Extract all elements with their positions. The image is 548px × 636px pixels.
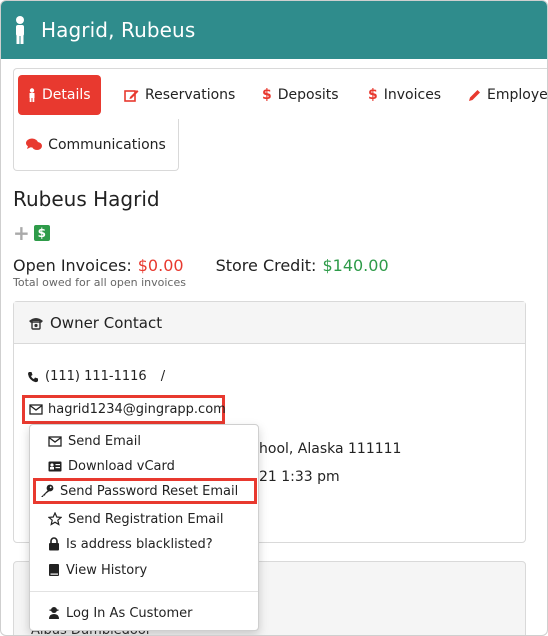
tab-reservations[interactable]: Reservations	[114, 75, 245, 115]
person-icon	[28, 87, 36, 103]
edit-icon	[124, 87, 139, 103]
phone-row: (111) 111-1116 /	[27, 369, 165, 384]
panel-title: Owner Contact	[50, 313, 163, 332]
dollar-icon: $	[262, 87, 272, 103]
date-text: 21 1:33 pm	[259, 469, 340, 485]
tab-bar: Details Reservations $ Deposits $ Invoic…	[13, 68, 548, 120]
person-icon	[13, 15, 27, 45]
menu-label: Is address blacklisted?	[66, 536, 213, 552]
user-secret-icon	[48, 606, 60, 621]
phone-icon	[28, 314, 44, 332]
tab-label: Invoices	[383, 87, 442, 103]
email-dropdown-menu: Send Email Download vCard Send Password …	[29, 424, 259, 631]
comments-icon	[26, 137, 43, 153]
store-credit-label: Store Credit:	[215, 256, 317, 275]
phone-number[interactable]: (111) 111-1116	[45, 369, 147, 384]
menu-label: Send Email	[68, 433, 141, 449]
tab-label: Deposits	[277, 87, 339, 103]
email-link[interactable]: hagrid1234@gingrapp.com	[22, 395, 226, 424]
store-credit-value: $140.00	[322, 256, 389, 275]
tab-employee[interactable]: Employee	[458, 75, 548, 115]
page-header: Hagrid, Rubeus	[1, 1, 547, 59]
tab-label: Employee	[487, 87, 548, 103]
menu-label: View History	[66, 562, 148, 578]
pencil-icon	[468, 87, 481, 103]
tab-label: Details	[42, 87, 91, 103]
key-icon	[40, 484, 54, 499]
book-icon	[48, 563, 60, 578]
menu-send-email[interactable]: Send Email	[30, 428, 258, 454]
tab-label: Communications	[48, 136, 166, 153]
menu-login-as-customer[interactable]: Log In As Customer	[30, 600, 258, 626]
invoice-note: Total owed for all open invoices	[13, 276, 186, 289]
address-text: hool, Alaska 111111	[259, 441, 402, 457]
menu-label: Download vCard	[68, 458, 175, 474]
vcard-icon	[48, 459, 62, 474]
menu-download-vcard[interactable]: Download vCard	[30, 453, 258, 479]
menu-send-password-reset[interactable]: Send Password Reset Email	[33, 478, 257, 504]
plus-icon[interactable]: +	[13, 223, 30, 243]
customer-actions: + $	[13, 223, 50, 243]
phone-icon	[27, 369, 39, 384]
tab-communications[interactable]: Communications	[13, 119, 179, 171]
tab-deposits[interactable]: $ Deposits	[252, 75, 349, 115]
dollar-icon: $	[368, 87, 378, 103]
email-address: hagrid1234@gingrapp.com	[48, 402, 226, 417]
star-icon	[48, 512, 62, 527]
dollar-icon[interactable]: $	[33, 225, 50, 241]
menu-send-registration[interactable]: Send Registration Email	[30, 506, 258, 532]
open-invoices-value: $0.00	[137, 256, 184, 275]
app-frame: Hagrid, Rubeus Details Reservations $ De…	[0, 0, 548, 636]
menu-divider	[30, 591, 258, 592]
menu-blacklist-check[interactable]: Is address blacklisted?	[30, 531, 258, 557]
envelope-icon	[48, 434, 62, 449]
menu-label: Send Registration Email	[68, 511, 224, 527]
tab-label: Reservations	[145, 87, 236, 103]
owner-contact-header: Owner Contact	[14, 302, 525, 344]
balance-summary: Open Invoices: $0.00 Store Credit: $140.…	[13, 256, 389, 275]
customer-name: Rubeus Hagrid	[13, 187, 160, 211]
phone-separator: /	[160, 369, 166, 384]
menu-label: Log In As Customer	[66, 605, 193, 621]
lock-icon	[48, 537, 60, 552]
envelope-icon	[29, 402, 43, 417]
tab-details[interactable]: Details	[18, 75, 101, 115]
menu-label: Send Password Reset Email	[60, 483, 239, 499]
menu-view-history[interactable]: View History	[30, 557, 258, 583]
page-title: Hagrid, Rubeus	[41, 18, 196, 42]
tab-invoices[interactable]: $ Invoices	[358, 75, 451, 115]
open-invoices-label: Open Invoices:	[13, 256, 132, 275]
